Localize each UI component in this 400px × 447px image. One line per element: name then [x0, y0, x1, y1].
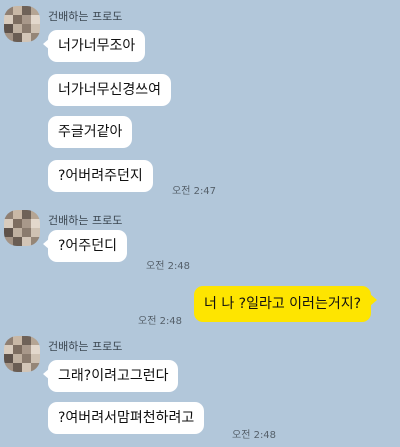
- sender-name: 건배하는 프로도: [48, 340, 123, 353]
- avatar[interactable]: [4, 336, 40, 372]
- message-time: 오전 2:48: [146, 261, 191, 272]
- sender-name: 건배하는 프로도: [48, 10, 123, 23]
- message-bubble[interactable]: ?어버려주던지: [48, 160, 153, 192]
- message-bubble[interactable]: 그래?이려고그런다: [42, 360, 179, 392]
- message-bubble[interactable]: 너가너무조아: [42, 30, 146, 62]
- message-bubble[interactable]: ?여버려서맘펴천하려고: [48, 402, 205, 434]
- sender-name: 건배하는 프로도: [48, 214, 123, 227]
- message-bubble[interactable]: 주글거같아: [48, 116, 133, 148]
- message-time: 오전 2:48: [232, 430, 277, 441]
- message-bubble[interactable]: ?어주던디: [43, 230, 127, 262]
- avatar[interactable]: [4, 210, 40, 246]
- my-message-bubble[interactable]: 너 나 ?일라고 이러는거지?: [194, 286, 378, 322]
- message-time: 오전 2:47: [172, 186, 217, 197]
- message-bubble[interactable]: 너가너무신경쓰여: [48, 74, 172, 106]
- avatar[interactable]: [4, 6, 40, 42]
- message-time: 오전 2:48: [138, 316, 183, 327]
